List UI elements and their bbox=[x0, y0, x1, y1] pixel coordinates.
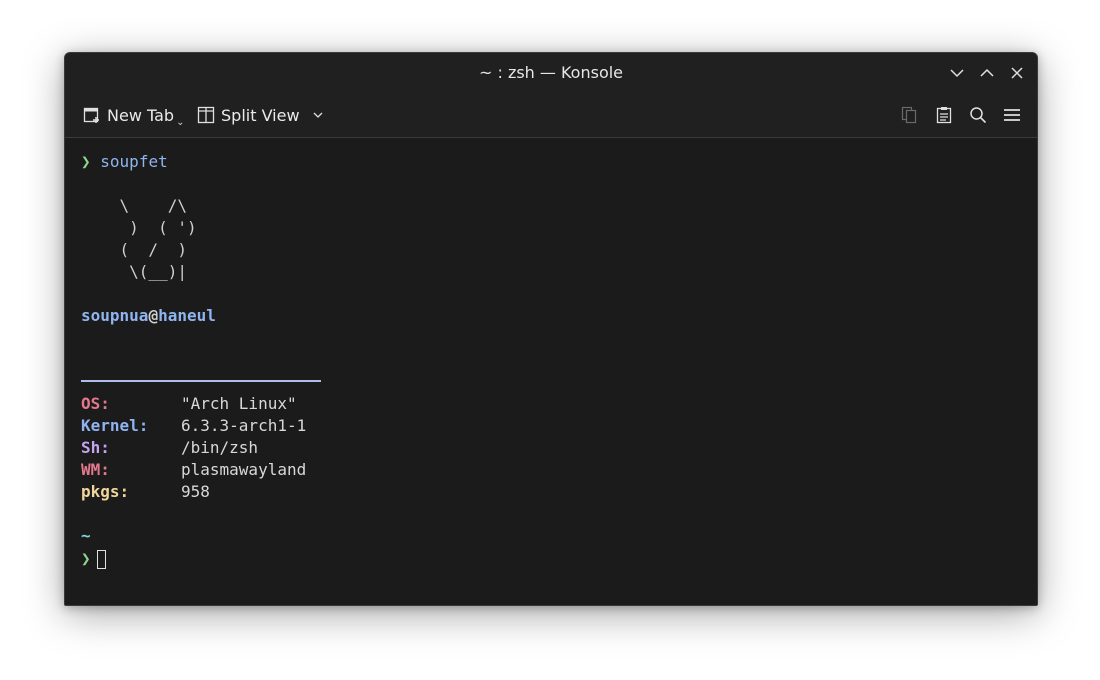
info-row-pkgs: pkgs: 958 bbox=[81, 481, 210, 503]
menu-button[interactable] bbox=[1001, 104, 1023, 126]
split-view-label: Split View bbox=[221, 105, 300, 125]
separator-line bbox=[81, 380, 321, 382]
dropdown-indicator-icon: ⌄ bbox=[176, 116, 185, 128]
title-bar[interactable]: ~ : zsh — Konsole bbox=[65, 53, 1037, 93]
info-label: WM: bbox=[81, 460, 110, 479]
command-text: soupfet bbox=[100, 152, 168, 171]
search-icon bbox=[970, 107, 987, 124]
toolbar: New Tab ⌄ Split View bbox=[65, 93, 1037, 138]
prompt-symbol: ❯ bbox=[81, 152, 91, 171]
new-tab-label: New Tab bbox=[107, 105, 175, 125]
hostname: haneul bbox=[158, 306, 216, 325]
info-value: "Arch Linux" bbox=[181, 394, 297, 413]
paste-icon bbox=[936, 107, 952, 124]
info-value: 6.3.3-arch1-1 bbox=[181, 416, 307, 435]
close-button[interactable] bbox=[1007, 63, 1027, 83]
at-sign: @ bbox=[148, 306, 159, 325]
info-value: /bin/zsh bbox=[181, 438, 259, 457]
info-label: Sh: bbox=[81, 438, 110, 457]
chevron-down-icon bbox=[950, 69, 964, 78]
new-tab-icon bbox=[83, 107, 99, 123]
split-view-button[interactable]: Split View bbox=[197, 103, 324, 127]
close-icon bbox=[1011, 67, 1023, 79]
search-button[interactable] bbox=[967, 104, 989, 126]
input-line[interactable]: ❯ bbox=[81, 548, 106, 570]
text-cursor bbox=[96, 550, 106, 569]
username: soupnua bbox=[81, 306, 149, 325]
chevron-down-icon bbox=[313, 112, 322, 118]
info-value: 958 bbox=[181, 482, 210, 501]
info-label: OS: bbox=[81, 394, 110, 413]
ascii-art-line: ( / ) bbox=[81, 240, 187, 259]
copy-icon bbox=[901, 106, 917, 124]
info-row-kernel: Kernel: 6.3.3-arch1-1 bbox=[81, 415, 306, 437]
chevron-up-icon bbox=[980, 68, 994, 77]
ascii-art-line: \ /\ bbox=[81, 196, 187, 215]
konsole-window: ~ : zsh — Konsole New Tab ⌄ Split View ❯… bbox=[64, 52, 1038, 606]
split-view-icon bbox=[197, 106, 215, 124]
info-label: Kernel: bbox=[81, 416, 149, 435]
paste-button[interactable] bbox=[933, 104, 955, 126]
new-tab-button[interactable]: New Tab ⌄ bbox=[83, 103, 185, 128]
maximize-button[interactable] bbox=[977, 63, 997, 83]
current-directory: ~ bbox=[81, 526, 91, 545]
info-row-wm: WM: plasmawayland bbox=[81, 459, 306, 481]
info-row-os: OS: "Arch Linux" bbox=[81, 393, 297, 415]
ascii-art-line: ) ( ') bbox=[81, 218, 197, 237]
terminal-view[interactable]: ❯ soupfet \ /\ ) ( ') ( / ) \(__)| soupn… bbox=[81, 151, 1021, 605]
window-title: ~ : zsh — Konsole bbox=[478, 63, 624, 82]
user-host: soupnua@haneul bbox=[81, 305, 216, 327]
copy-button[interactable] bbox=[898, 104, 920, 126]
ascii-art-line: \(__)| bbox=[81, 262, 187, 281]
info-row-shell: Sh: /bin/zsh bbox=[81, 437, 258, 459]
command-line: ❯ soupfet bbox=[81, 151, 168, 173]
info-value: plasmawayland bbox=[181, 460, 307, 479]
info-label: pkgs: bbox=[81, 482, 130, 501]
prompt-symbol: ❯ bbox=[81, 549, 91, 568]
hamburger-menu-icon bbox=[1004, 109, 1020, 121]
minimize-button[interactable] bbox=[947, 63, 967, 83]
